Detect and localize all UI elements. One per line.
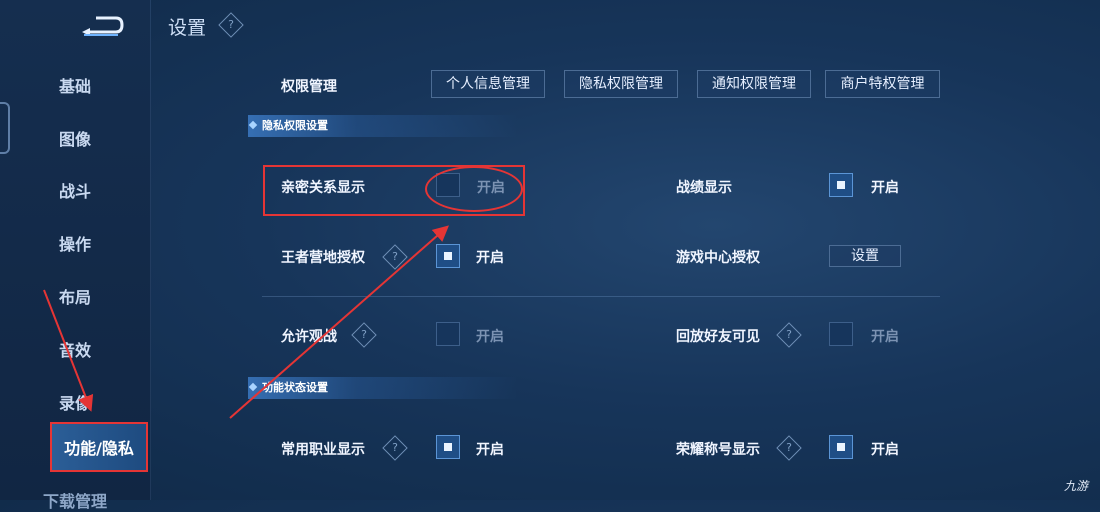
camp-auth-state: 开启	[476, 250, 504, 266]
honor-title-label: 荣耀称号显示	[676, 442, 760, 458]
back-arrow-icon	[82, 16, 124, 36]
permissions-label: 权限管理	[281, 79, 337, 95]
sidebar-item-function-privacy[interactable]: 功能/隐私	[50, 422, 148, 472]
common-role-help-icon[interactable]: ?	[382, 435, 408, 461]
sidebar-item-controls[interactable]: 操作	[0, 231, 150, 255]
allow-spectate-state: 开启	[476, 329, 504, 345]
back-button[interactable]	[78, 12, 126, 38]
sidebar-item-layout[interactable]: 布局	[0, 284, 150, 308]
game-center-auth-label: 游戏中心授权	[676, 250, 760, 266]
common-role-label: 常用职业显示	[281, 442, 365, 458]
match-record-label: 战绩显示	[676, 180, 732, 196]
replay-friends-help-icon[interactable]: ?	[776, 322, 802, 348]
watermark-logo: 九游	[1063, 479, 1088, 493]
sidebar-item-basic[interactable]: 基础	[0, 73, 150, 97]
allow-spectate-checkbox[interactable]	[436, 322, 460, 346]
function-section-header: 功能状态设置	[248, 377, 518, 399]
replay-friends-state: 开启	[871, 329, 899, 345]
replay-friends-label: 回放好友可见	[676, 329, 760, 345]
camp-auth-help-icon[interactable]: ?	[382, 244, 408, 270]
camp-auth-checkbox[interactable]	[436, 244, 460, 268]
honor-title-checkbox[interactable]	[829, 435, 853, 459]
replay-friends-checkbox[interactable]	[829, 322, 853, 346]
sidebar-item-replay[interactable]: 录像	[0, 390, 150, 414]
tab-privacy-permission[interactable]: 隐私权限管理	[564, 70, 678, 98]
title-help-icon[interactable]: ?	[218, 12, 244, 38]
tab-merchant-privilege[interactable]: 商户特权管理	[825, 70, 940, 98]
sidebar-item-audio[interactable]: 音效	[0, 337, 150, 361]
allow-spectate-help-icon[interactable]: ?	[351, 322, 377, 348]
privacy-section-header: 隐私权限设置	[248, 115, 518, 137]
tab-notification-permission[interactable]: 通知权限管理	[697, 70, 811, 98]
honor-title-state: 开启	[871, 442, 899, 458]
allow-spectate-label: 允许观战	[281, 329, 337, 345]
sidebar-item-download[interactable]: 下载管理	[0, 488, 150, 512]
common-role-checkbox[interactable]	[436, 435, 460, 459]
camp-auth-label: 王者营地授权	[281, 250, 365, 266]
match-record-state: 开启	[871, 180, 899, 196]
sidebar-item-graphics[interactable]: 图像	[0, 126, 150, 150]
tab-personal-info[interactable]: 个人信息管理	[431, 70, 545, 98]
section-divider	[262, 296, 940, 297]
honor-title-help-icon[interactable]: ?	[776, 435, 802, 461]
sidebar: 基础 图像 战斗 操作 布局 音效 录像 功能/隐私 下载管理	[0, 0, 151, 511]
sidebar-item-combat[interactable]: 战斗	[0, 178, 150, 202]
annotation-ellipse	[425, 166, 523, 212]
game-center-settings-button[interactable]: 设置	[829, 245, 901, 267]
common-role-state: 开启	[476, 442, 504, 458]
page-title: 设置	[168, 17, 207, 39]
match-record-checkbox[interactable]	[829, 173, 853, 197]
